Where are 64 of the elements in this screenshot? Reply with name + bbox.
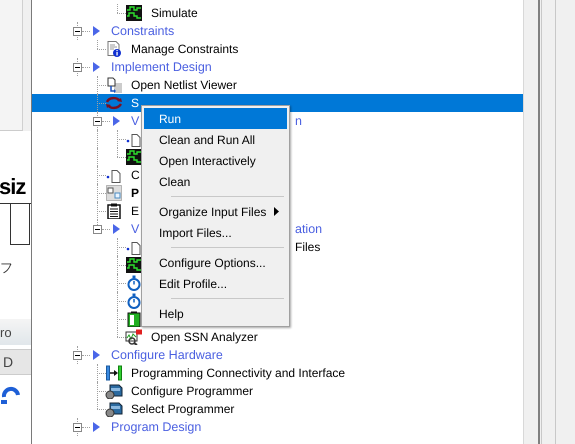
menu-item[interactable]: Import Files... xyxy=(144,222,287,243)
collapse-toggle[interactable] xyxy=(93,116,102,126)
menu-item[interactable]: Configure Options... xyxy=(144,252,287,273)
triangle-icon xyxy=(113,224,120,234)
task-item[interactable]: Programming Connectivity and Interface xyxy=(131,366,346,380)
netlist-icon xyxy=(106,77,122,93)
collapse-toggle[interactable] xyxy=(73,350,82,360)
group-heading[interactable]: Implement Design xyxy=(111,60,212,74)
menu-item[interactable]: Open Interactively xyxy=(144,150,287,171)
group-heading[interactable]: V xyxy=(131,114,140,128)
sync-arrows-icon xyxy=(105,96,123,110)
task-item[interactable]: E xyxy=(131,204,140,218)
group-heading[interactable]: Configure Hardware xyxy=(111,348,223,362)
task-item[interactable]: S xyxy=(131,96,140,110)
label-text: ro xyxy=(0,324,12,340)
file-icon xyxy=(126,239,142,255)
group-heading[interactable]: Program Design xyxy=(111,420,202,434)
menu-item[interactable]: Help xyxy=(144,303,287,324)
collapse-toggle[interactable] xyxy=(73,422,82,432)
stopwatch-icon xyxy=(126,275,142,291)
menu-item[interactable]: Clean and Run All xyxy=(144,129,287,150)
programmer-icon xyxy=(105,383,123,399)
collapse-toggle[interactable] xyxy=(73,26,82,36)
tab[interactable]: D xyxy=(0,349,31,375)
menu-item[interactable]: Run xyxy=(144,108,287,129)
waveform-icon xyxy=(126,5,142,21)
collapse-toggle[interactable] xyxy=(73,62,82,72)
battery-icon xyxy=(126,311,142,327)
group-heading[interactable]: V xyxy=(131,222,140,236)
task-item[interactable]: Manage Constraints xyxy=(131,42,238,56)
task-item[interactable]: Select Programmer xyxy=(131,402,234,416)
scope-icon xyxy=(125,329,143,345)
waveform-icon xyxy=(126,257,142,273)
task-item[interactable]: ation xyxy=(295,222,322,236)
triangle-icon xyxy=(93,26,100,36)
collapse-toggle[interactable] xyxy=(93,224,102,234)
file-icon xyxy=(106,167,122,183)
scrollbar[interactable] xyxy=(523,0,575,444)
label-text: フ xyxy=(0,259,14,277)
task-item[interactable]: Open Netlist Viewer xyxy=(131,78,237,92)
stopwatch-icon xyxy=(126,293,142,309)
task-item[interactable]: Open SSN Analyzer xyxy=(151,330,258,344)
triangle-icon xyxy=(93,350,100,360)
programmer-icon xyxy=(105,401,123,417)
task-item[interactable]: C xyxy=(131,168,140,182)
triangle-icon xyxy=(93,62,100,72)
table-cell xyxy=(10,204,30,245)
triangle-icon xyxy=(113,116,120,126)
task-item[interactable]: Simulate xyxy=(151,6,198,20)
triangle-icon xyxy=(93,422,100,432)
connector-icon xyxy=(106,365,122,381)
group-heading[interactable]: Constraints xyxy=(111,24,174,38)
chip-icon xyxy=(106,185,122,201)
waveform-icon xyxy=(126,149,142,165)
menu-item[interactable]: Edit Profile... xyxy=(144,273,287,294)
menu-item[interactable]: Clean xyxy=(144,171,287,192)
clipboard-icon xyxy=(106,203,122,219)
task-item[interactable]: Configure Programmer xyxy=(131,384,254,398)
file-icon xyxy=(126,131,142,147)
task-item[interactable]: P xyxy=(131,186,140,200)
task-item[interactable]: n xyxy=(295,114,302,128)
heading-text: siz xyxy=(0,171,31,204)
menu-item[interactable]: Organize Input Files xyxy=(144,201,287,222)
task-item[interactable]: Files xyxy=(295,240,320,254)
